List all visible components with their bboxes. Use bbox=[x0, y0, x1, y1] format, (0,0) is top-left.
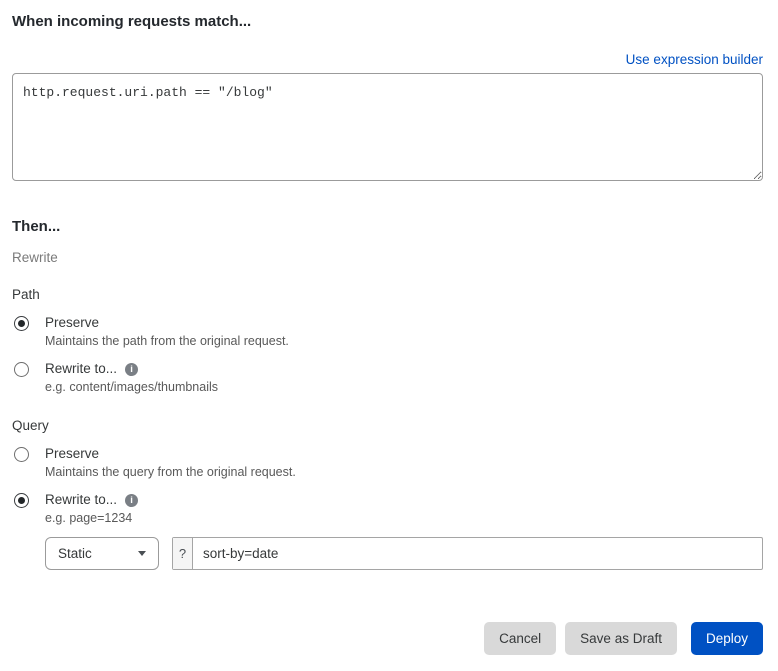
path-preserve-label-line: Preserve bbox=[45, 315, 289, 331]
info-icon[interactable]: i bbox=[125, 362, 139, 376]
path-group-label: Path bbox=[12, 287, 40, 302]
path-rewrite-label[interactable]: Rewrite to... bbox=[45, 361, 117, 377]
query-preserve-description: Maintains the query from the original re… bbox=[45, 465, 296, 479]
query-preserve-label-line: Preserve bbox=[45, 446, 296, 462]
then-section-heading: Then... bbox=[12, 218, 61, 235]
query-rewrite-value-row: Static ? bbox=[45, 537, 763, 570]
use-expression-builder-link[interactable]: Use expression builder bbox=[626, 52, 763, 67]
query-preserve-radio[interactable] bbox=[14, 447, 29, 462]
query-rewrite-text: Rewrite to... i e.g. page=1234 bbox=[45, 492, 139, 525]
caret-down-icon bbox=[138, 551, 146, 556]
query-rewrite-example: e.g. page=1234 bbox=[45, 511, 133, 525]
path-preserve-label[interactable]: Preserve bbox=[45, 315, 99, 331]
expression-editor-textarea[interactable] bbox=[12, 73, 763, 181]
query-rewrite-label-line: Rewrite to... i bbox=[45, 492, 139, 508]
path-preserve-option: Preserve Maintains the path from the ori… bbox=[12, 315, 763, 348]
rule-editor-page: When incoming requests match... Use expr… bbox=[0, 0, 778, 671]
action-label: Rewrite bbox=[12, 250, 58, 265]
path-preserve-description: Maintains the path from the original req… bbox=[45, 334, 289, 348]
match-section-heading: When incoming requests match... bbox=[12, 13, 252, 30]
query-preserve-text: Preserve Maintains the query from the or… bbox=[45, 446, 296, 479]
query-group-label: Query bbox=[12, 418, 49, 433]
value-type-selected-label: Static bbox=[58, 546, 92, 561]
footer-actions: Cancel Save as Draft Deploy bbox=[12, 622, 763, 655]
value-type-dropdown[interactable]: Static bbox=[45, 537, 159, 570]
expression-builder-link-row: Use expression builder bbox=[12, 52, 763, 67]
path-rewrite-text: Rewrite to... i e.g. content/images/thum… bbox=[45, 361, 218, 394]
query-prefix-badge: ? bbox=[173, 538, 193, 569]
path-preserve-radio[interactable] bbox=[14, 316, 29, 331]
path-preserve-text: Preserve Maintains the path from the ori… bbox=[45, 315, 289, 348]
query-rewrite-label[interactable]: Rewrite to... bbox=[45, 492, 117, 508]
query-rewrite-radio[interactable] bbox=[14, 493, 29, 508]
query-preserve-option: Preserve Maintains the query from the or… bbox=[12, 446, 763, 479]
path-rewrite-option: Rewrite to... i e.g. content/images/thum… bbox=[12, 361, 763, 394]
info-icon[interactable]: i bbox=[125, 493, 139, 507]
query-value-input-group: ? bbox=[172, 537, 763, 570]
query-value-input[interactable] bbox=[193, 538, 762, 569]
deploy-button[interactable]: Deploy bbox=[690, 622, 763, 655]
query-preserve-label[interactable]: Preserve bbox=[45, 446, 99, 462]
save-as-draft-button[interactable]: Save as Draft bbox=[565, 622, 677, 655]
query-rewrite-option: Rewrite to... i e.g. page=1234 bbox=[12, 492, 763, 525]
path-rewrite-example: e.g. content/images/thumbnails bbox=[45, 380, 219, 394]
path-rewrite-radio[interactable] bbox=[14, 362, 29, 377]
path-rewrite-label-line: Rewrite to... i bbox=[45, 361, 218, 377]
cancel-button[interactable]: Cancel bbox=[484, 622, 557, 655]
